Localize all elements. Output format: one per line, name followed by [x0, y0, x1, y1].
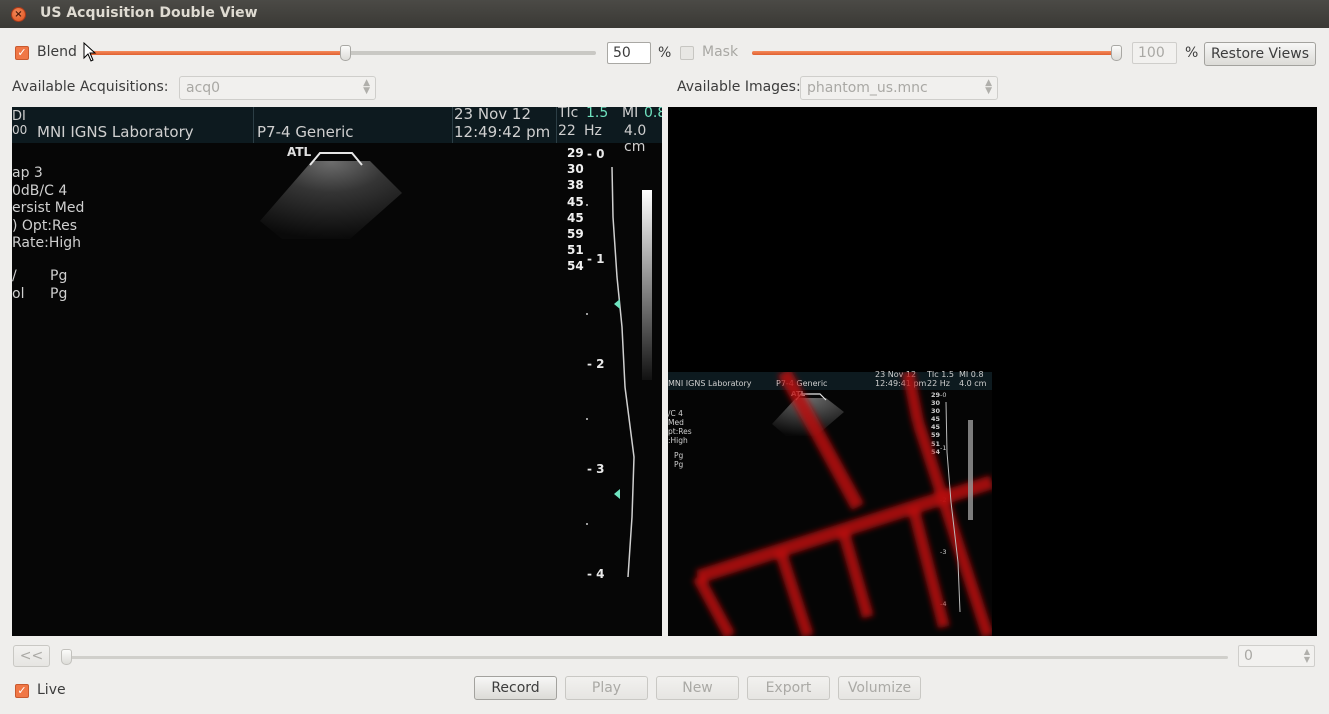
blend-slider-handle[interactable]	[340, 45, 351, 61]
title-bar: × US Acquisition Double View	[0, 0, 1329, 28]
overlay-phantom-lines	[692, 372, 992, 636]
acquisitions-selected: acq0	[186, 80, 221, 96]
blend-unit-label: %	[658, 45, 672, 61]
us-date: 23 Nov 12	[454, 107, 531, 123]
live-label: Live	[37, 682, 66, 698]
us-side-params-2: / Pg ol Pg	[12, 268, 68, 302]
us-mi-label: MI	[622, 107, 639, 121]
images-combo[interactable]: phantom_us.mnc ▲ ▼	[800, 76, 998, 100]
us-depth: 4.0 cm	[624, 123, 647, 155]
us-side-params: ap 3 0dB/C 4 ersist Med ) Opt:Res Rate:H…	[12, 165, 85, 251]
available-images-label: Available Images:	[677, 79, 801, 95]
spin-arrows-icon[interactable]: ▲ ▼	[1304, 648, 1310, 664]
rewind-button[interactable]: <<	[13, 645, 50, 667]
us-header-edge: DI	[12, 109, 26, 124]
us-header-edge2: 00	[12, 123, 28, 137]
us-hz-value: 22	[558, 123, 576, 139]
restore-views-button[interactable]: Restore Views	[1204, 42, 1316, 66]
us-mi-value: 0.8	[644, 107, 662, 121]
us-tic-label: TIc	[558, 107, 579, 121]
play-button[interactable]: Play	[565, 676, 648, 700]
close-icon[interactable]: ×	[11, 7, 26, 22]
blend-value-field[interactable]: 50	[607, 42, 651, 64]
mask-checkbox[interactable]	[680, 46, 694, 60]
images-selected: phantom_us.mnc	[807, 80, 928, 96]
frame-value-field[interactable]: 0 ▲ ▼	[1238, 645, 1315, 667]
mask-unit-label: %	[1185, 45, 1199, 61]
frame-slider-track[interactable]	[61, 656, 1228, 659]
window-title: US Acquisition Double View	[40, 5, 258, 21]
ultrasound-view[interactable]: DI 00 MNI IGNS Laboratory P7-4 Generic 2…	[12, 107, 662, 636]
combo-arrows-icon: ▲ ▼	[985, 78, 992, 96]
blend-checkbox[interactable]: ✓	[15, 46, 29, 60]
mask-slider-handle[interactable]	[1111, 45, 1122, 61]
acquisitions-combo[interactable]: acq0 ▲ ▼	[179, 76, 376, 100]
us-lab-name: MNI IGNS Laboratory	[37, 123, 194, 141]
combo-arrows-icon: ▲ ▼	[363, 78, 370, 96]
us-hz-unit: Hz	[584, 123, 602, 139]
us-sector-image	[260, 152, 402, 239]
mask-label: Mask	[702, 44, 739, 60]
blend-slider-fill	[84, 51, 346, 55]
overlay-view[interactable]: MNI IGNS Laboratory P7-4 Generic 23 Nov …	[668, 107, 1317, 636]
available-acquisitions-label: Available Acquisitions:	[12, 79, 169, 95]
mouse-cursor-icon	[83, 42, 97, 62]
new-button[interactable]: New	[656, 676, 739, 700]
us-probe: P7-4 Generic	[257, 123, 354, 141]
us-gray-bar	[642, 190, 652, 380]
us-time: 12:49:42 pm	[454, 123, 551, 141]
export-button[interactable]: Export	[747, 676, 830, 700]
live-checkbox[interactable]: ✓	[15, 684, 29, 698]
blend-label: Blend	[37, 44, 77, 60]
mask-value-field[interactable]: 100	[1132, 42, 1177, 64]
us-tic-value: 1.5	[586, 107, 609, 121]
frame-slider-handle[interactable]	[61, 649, 72, 665]
record-button[interactable]: Record	[474, 676, 557, 700]
mask-slider-fill	[752, 51, 1117, 55]
volumize-button[interactable]: Volumize	[838, 676, 921, 700]
